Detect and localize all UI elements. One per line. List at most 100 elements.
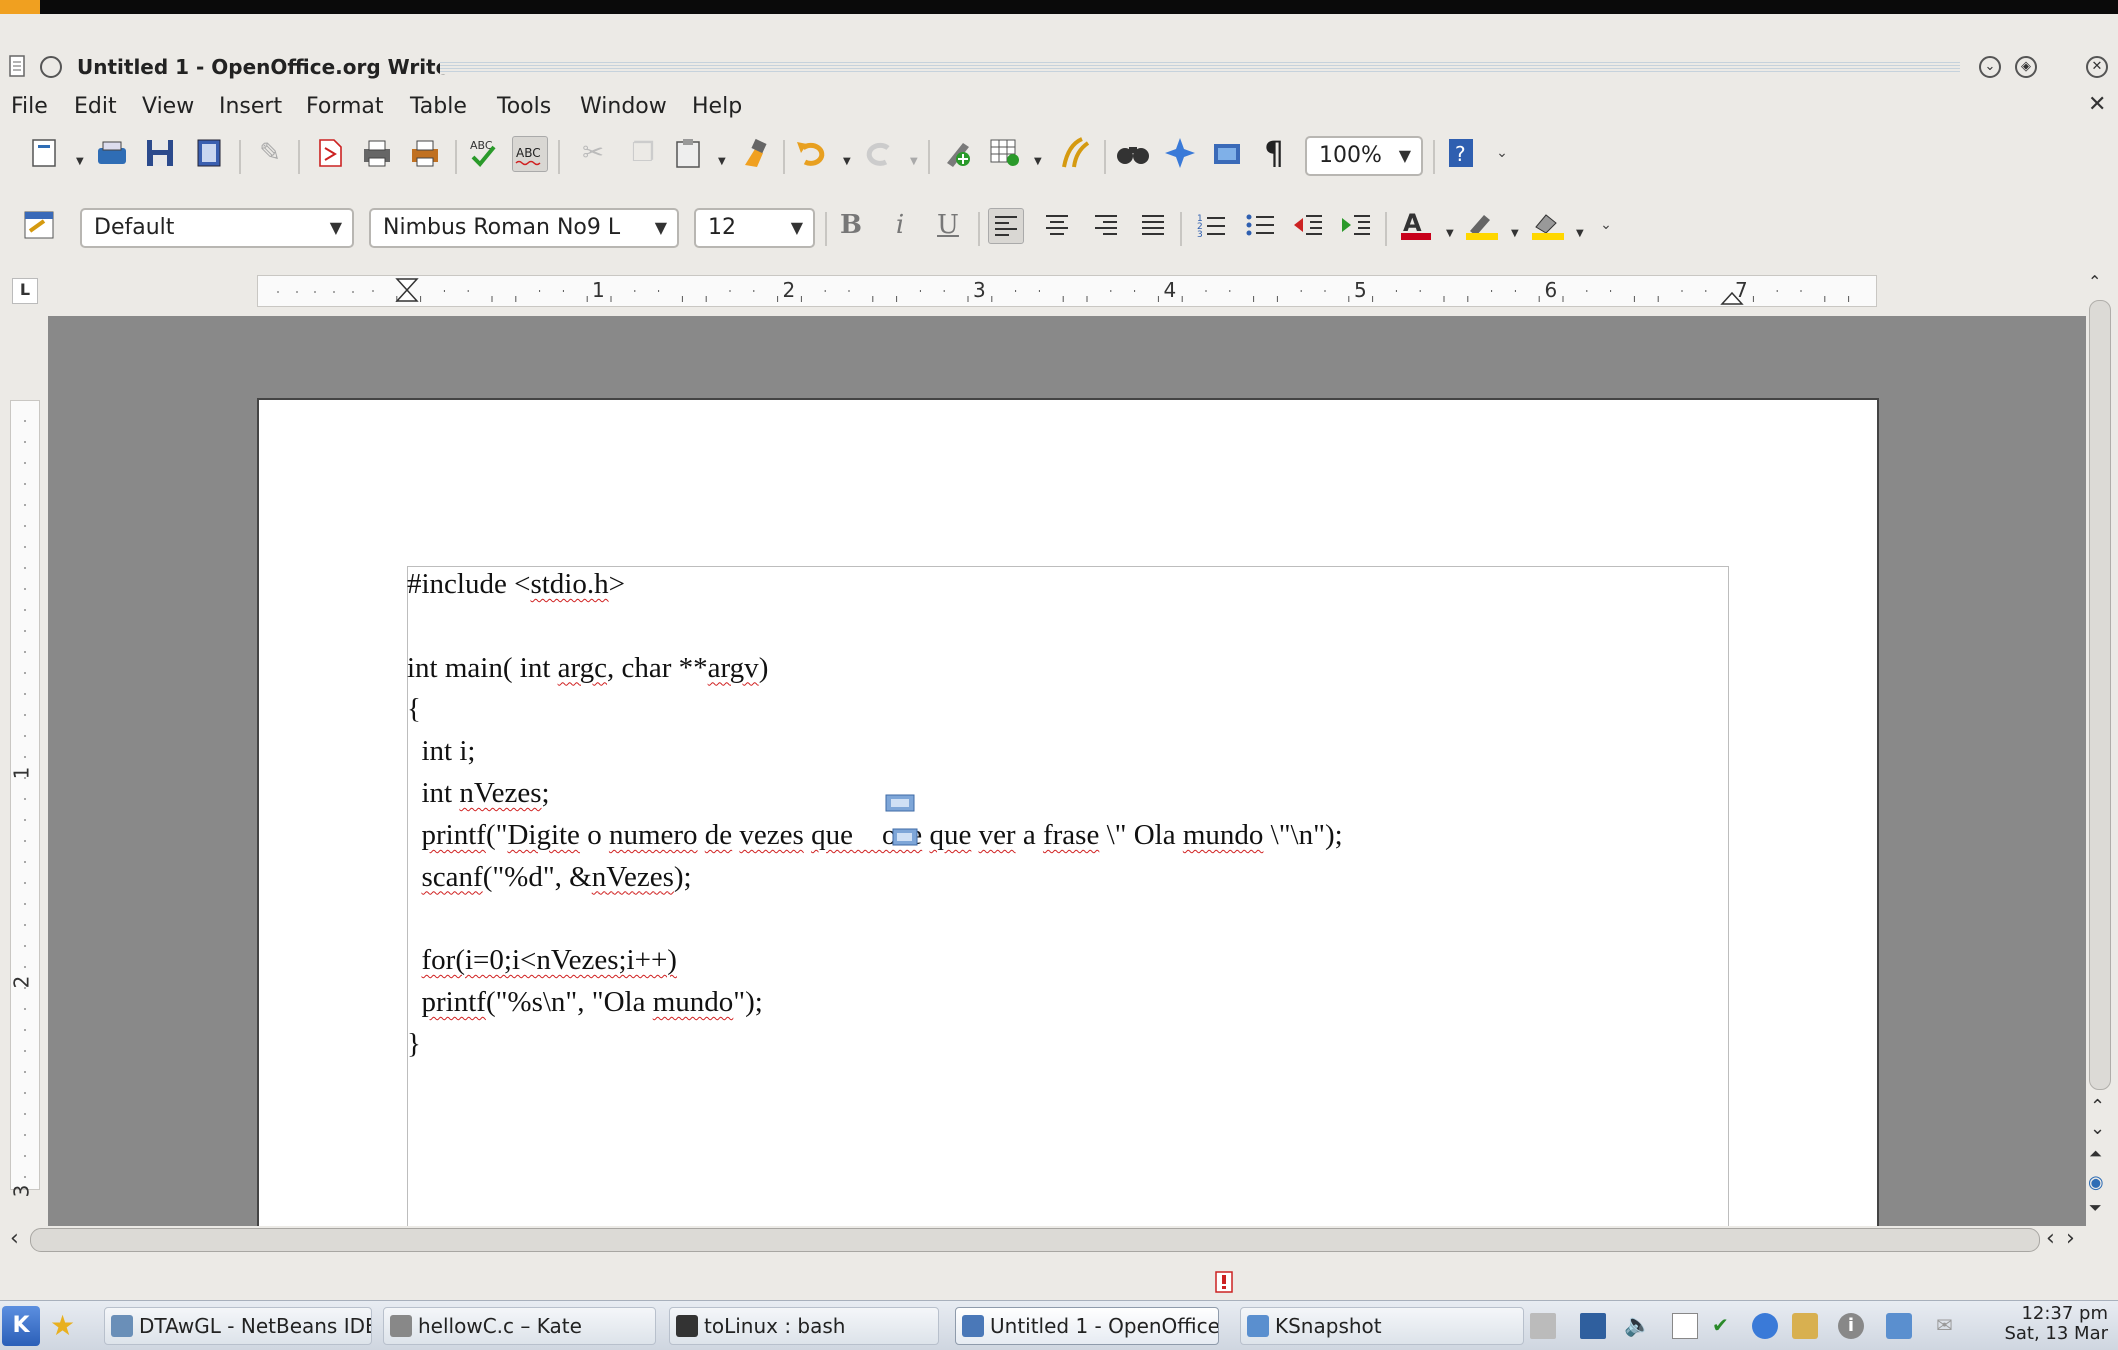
window-titlebar[interactable]: Untitled 1 - OpenOffice.org Writer ⌄ ◈ ✕ <box>0 50 2118 84</box>
info-icon[interactable]: i <box>1838 1313 1864 1339</box>
sticky-icon[interactable] <box>40 56 62 78</box>
taskbar-task[interactable]: KSnapshot <box>1240 1307 1524 1345</box>
code-line[interactable]: #include <stdio.h> <box>407 568 625 601</box>
numbering-icon[interactable]: 123 <box>1195 208 1229 242</box>
scroll-left-icon[interactable]: ‹ <box>10 1226 19 1251</box>
code-line[interactable]: printf("Digite o numero de vezes que oce… <box>407 819 1343 852</box>
zoom-select[interactable]: 100% ▼ <box>1305 136 1423 176</box>
image-anchor-icon[interactable] <box>885 794 915 812</box>
previous-page-icon[interactable]: ⏶ <box>2089 1144 2102 1164</box>
taskbar-task[interactable]: toLinux : bash <box>669 1307 939 1345</box>
decrease-indent-icon[interactable] <box>1291 208 1325 242</box>
menu-insert[interactable]: Insert <box>219 94 282 119</box>
highlighting-dropdown-icon[interactable]: ▼ <box>1511 228 1519 239</box>
scroll-left-arrow-icon[interactable]: ‹ <box>2046 1226 2055 1251</box>
code-line[interactable]: for(i=0;i<nVezes;i++) <box>407 944 677 977</box>
background-color-dropdown-icon[interactable]: ▼ <box>1576 228 1584 239</box>
export-pdf-icon[interactable] <box>313 136 347 170</box>
save-icon[interactable] <box>143 136 177 170</box>
font-name-select[interactable]: Nimbus Roman No9 L ▼ <box>369 208 679 248</box>
desktop-icon[interactable] <box>1580 1313 1606 1339</box>
edit-file-icon[interactable]: ✎ <box>253 136 287 170</box>
italic-icon[interactable]: i <box>883 208 917 242</box>
volume-icon[interactable]: 🔈 <box>1624 1313 1651 1339</box>
menu-file[interactable]: File <box>11 94 48 119</box>
increase-indent-icon[interactable] <box>1339 208 1373 242</box>
next-page-icon[interactable]: ⏷ <box>2089 1198 2102 1218</box>
favorites-icon[interactable]: ★ <box>50 1309 75 1342</box>
find-replace-icon[interactable] <box>1116 136 1150 170</box>
redo-dropdown-icon[interactable]: ▼ <box>910 156 918 167</box>
align-center-icon[interactable] <box>1040 208 1074 242</box>
document-modified-icon[interactable] <box>1214 1270 1236 1294</box>
pager-icon[interactable] <box>1530 1313 1556 1339</box>
menu-help[interactable]: Help <box>692 94 742 119</box>
undo-dropdown-icon[interactable]: ▼ <box>843 156 851 167</box>
toolbar-options-icon[interactable]: ⌄ <box>1596 208 1616 242</box>
font-color-dropdown-icon[interactable]: ▼ <box>1446 228 1454 239</box>
device-notifier-icon[interactable] <box>1886 1313 1912 1339</box>
code-line[interactable]: int nVezes; <box>407 777 550 810</box>
tab-stop-selector[interactable]: L <box>12 278 38 304</box>
new-dropdown-icon[interactable]: ▼ <box>76 156 84 167</box>
vertical-scroll-thumb[interactable] <box>2089 300 2111 1090</box>
show-draw-functions-icon[interactable] <box>1058 136 1092 170</box>
spellcheck-icon[interactable]: ABC <box>467 136 501 170</box>
gallery-icon[interactable] <box>1210 136 1244 170</box>
background-color-icon[interactable] <box>1530 208 1564 242</box>
cut-icon[interactable]: ✂ <box>576 136 610 170</box>
kde-menu-icon[interactable]: K <box>2 1306 40 1346</box>
justify-icon[interactable] <box>1136 208 1170 242</box>
mail-icon[interactable]: ✉ <box>1936 1313 1962 1339</box>
taskbar-task[interactable]: hellowC.c – Kate <box>383 1307 656 1345</box>
minimize-icon[interactable]: ⌄ <box>1979 56 2001 78</box>
menu-window[interactable]: Window <box>580 94 667 119</box>
font-color-icon[interactable]: A <box>1399 208 1433 242</box>
toolbar-options-icon[interactable]: ⌄ <box>1492 136 1512 170</box>
bullets-icon[interactable] <box>1244 208 1278 242</box>
navigation-icon[interactable]: ◉ <box>2088 1172 2104 1193</box>
font-size-select[interactable]: 12 ▼ <box>694 208 815 248</box>
hyperlink-icon[interactable] <box>940 136 974 170</box>
email-icon[interactable] <box>95 136 129 170</box>
code-line[interactable]: int i; <box>407 735 476 768</box>
print-icon[interactable] <box>360 136 394 170</box>
align-left-icon[interactable] <box>988 208 1024 244</box>
bold-icon[interactable]: B <box>834 208 868 242</box>
menu-format[interactable]: Format <box>306 94 384 119</box>
window-menu-icon[interactable] <box>6 54 28 80</box>
code-line[interactable]: int main( int argc, char **argv) <box>407 652 768 685</box>
autospellcheck-icon[interactable]: ABC <box>512 136 548 172</box>
new-document-icon[interactable] <box>28 136 62 170</box>
paragraph-style-select[interactable]: Default ▼ <box>80 208 354 248</box>
updates-icon[interactable] <box>1792 1313 1818 1339</box>
scroll-down-arrow-icon[interactable]: ⌄ <box>2090 1118 2105 1139</box>
code-line[interactable]: printf("%s\n", "Ola mundo"); <box>407 986 763 1019</box>
code-line[interactable]: } <box>407 1028 421 1061</box>
close-icon[interactable]: ✕ <box>2086 56 2108 78</box>
browser-icon[interactable] <box>1752 1313 1778 1339</box>
copy-icon[interactable]: ❐ <box>626 136 660 170</box>
taskbar-task[interactable]: DTAwGL - NetBeans IDE 6 <box>104 1307 372 1345</box>
redo-icon[interactable] <box>862 136 896 170</box>
clipboard-icon[interactable] <box>1672 1313 1698 1339</box>
styles-formatting-icon[interactable] <box>22 208 56 242</box>
scroll-right-arrow-icon[interactable]: › <box>2066 1226 2075 1251</box>
code-line[interactable]: scanf("%d", &nVezes); <box>407 861 692 894</box>
paste-icon[interactable] <box>672 136 706 170</box>
horizontal-ruler[interactable]: 1 2 3 4 5 6 7 <box>257 275 1877 307</box>
menu-table[interactable]: Table <box>410 94 467 119</box>
clone-formatting-icon[interactable] <box>738 136 772 170</box>
navigator-icon[interactable] <box>1163 136 1197 170</box>
horizontal-scroll-thumb[interactable] <box>30 1228 2040 1252</box>
image-icon[interactable] <box>892 828 918 846</box>
help-icon[interactable]: ? <box>1444 136 1478 170</box>
print-preview-icon[interactable] <box>408 136 442 170</box>
undo-icon[interactable] <box>795 136 829 170</box>
table-icon[interactable] <box>988 136 1022 170</box>
export-icon[interactable] <box>192 136 226 170</box>
taskbar-task[interactable]: Untitled 1 - OpenOffice.or <box>955 1307 1219 1345</box>
underline-icon[interactable]: U <box>931 208 965 242</box>
scroll-up-arrow-icon[interactable]: ⌃ <box>2090 1096 2105 1117</box>
align-right-icon[interactable] <box>1089 208 1123 242</box>
